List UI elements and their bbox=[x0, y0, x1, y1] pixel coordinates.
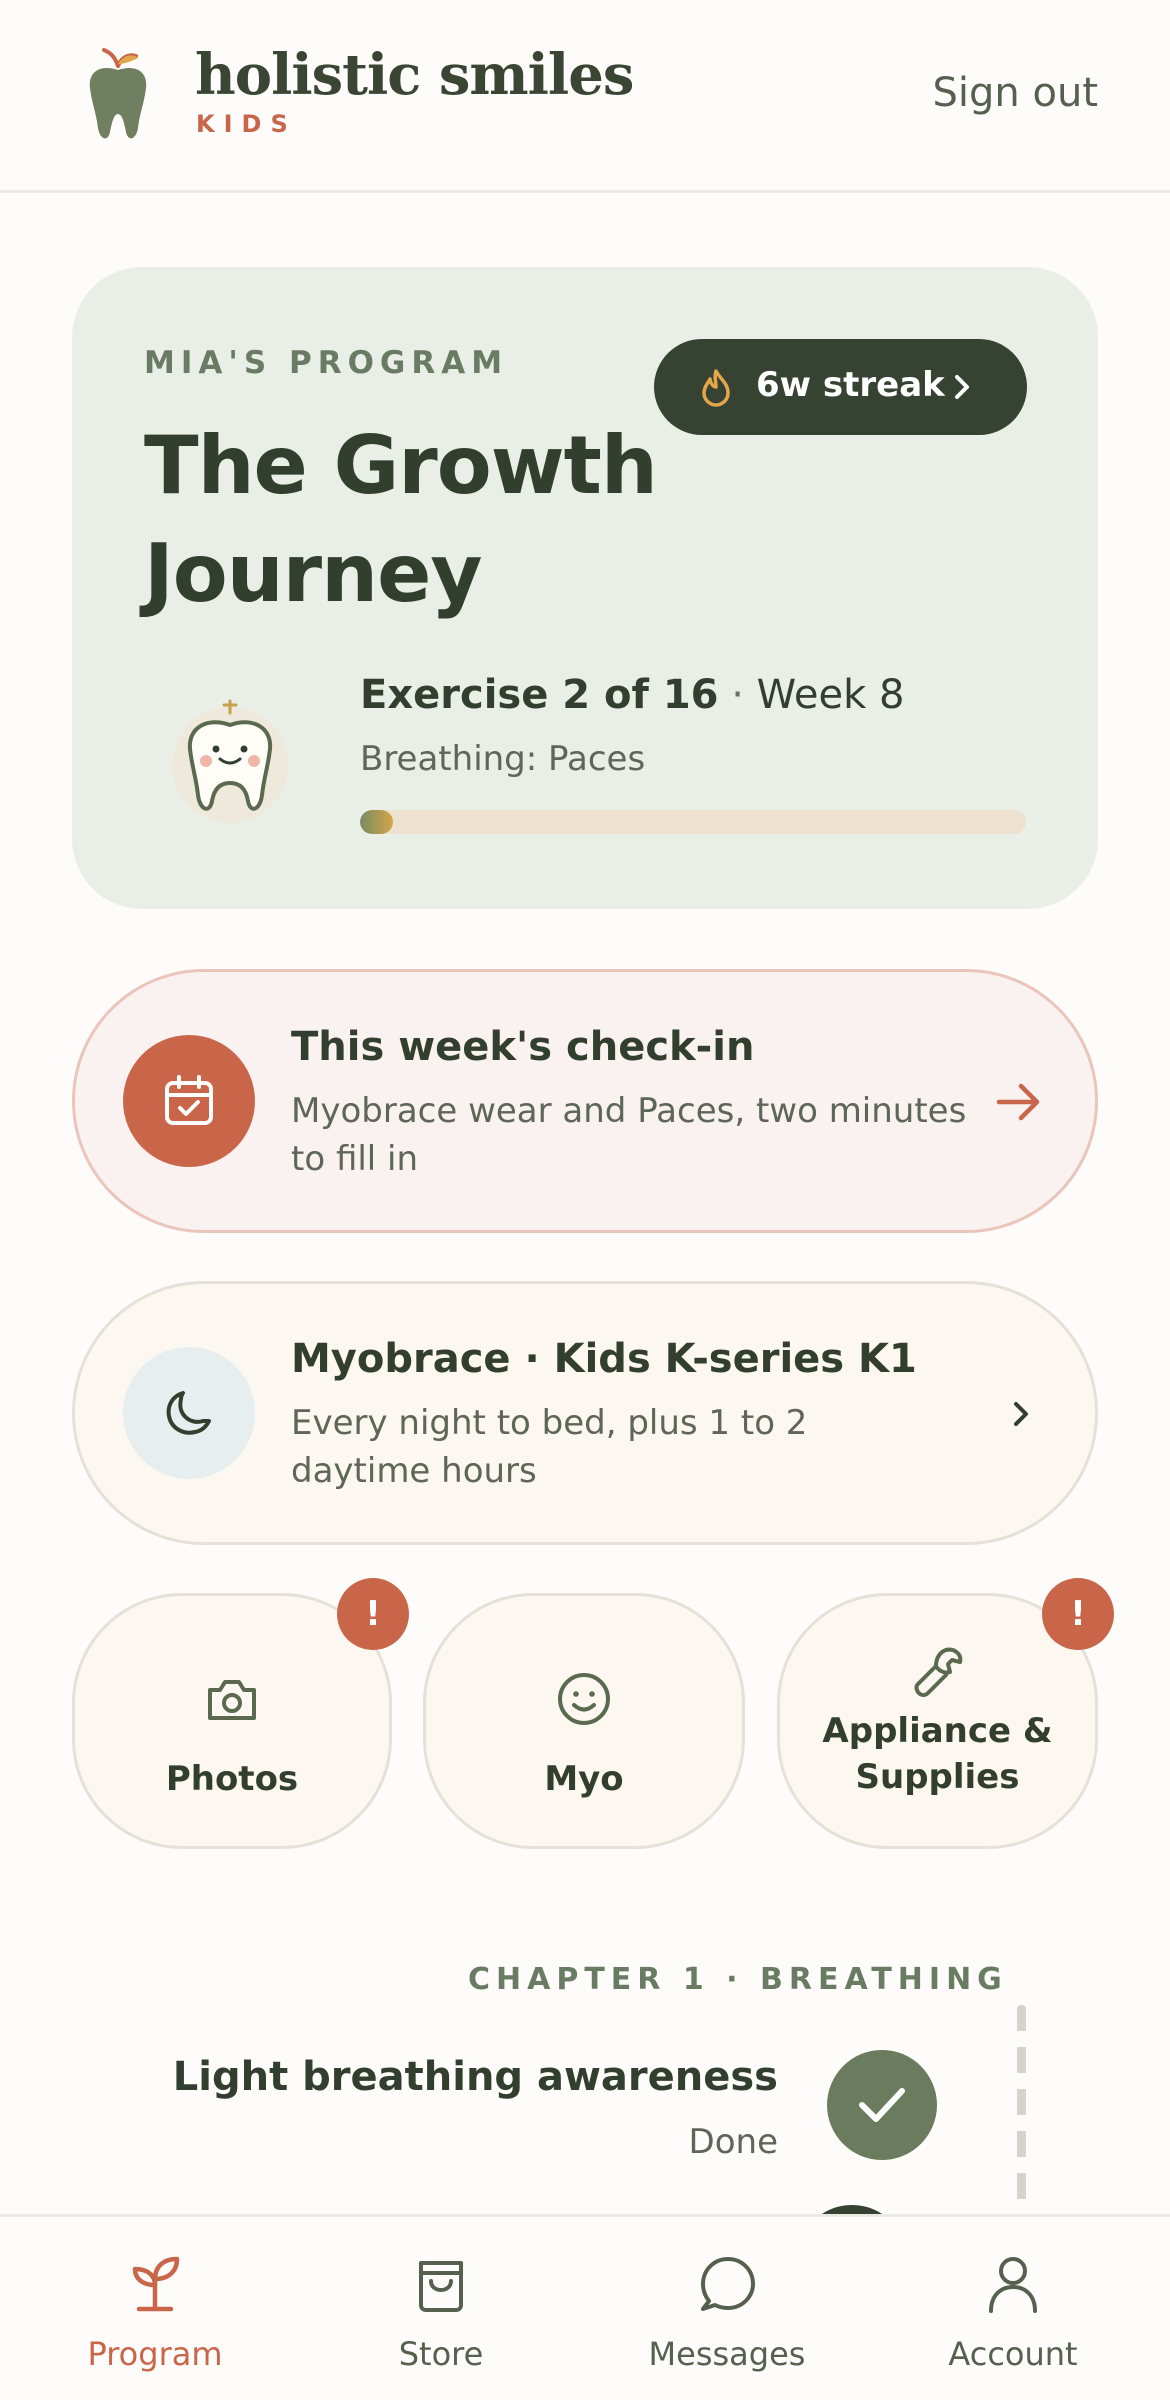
alert-badge: ! bbox=[1042, 1578, 1114, 1650]
tile-appliance-label: Appliance & Supplies bbox=[822, 1711, 1053, 1797]
checkin-icon-circle bbox=[123, 1035, 255, 1167]
nav-account[interactable]: Account bbox=[867, 2217, 1159, 2400]
checkin-title: This week's check-in bbox=[291, 1024, 755, 1070]
exercise-progress-line: Exercise 2 of 16 · Week 8 bbox=[360, 672, 904, 718]
chevron-right-icon bbox=[955, 375, 969, 399]
streak-label: 6w streak bbox=[756, 365, 945, 405]
streak-button[interactable]: 6w streak bbox=[654, 339, 1027, 435]
myobrace-appliance-card[interactable]: Myobrace · Kids K-series K1 Every night … bbox=[72, 1281, 1098, 1545]
nav-messages-label: Messages bbox=[648, 2335, 806, 2373]
exercise-count: Exercise 2 of 16 bbox=[360, 672, 719, 718]
flame-icon bbox=[702, 369, 730, 407]
nav-program-label: Program bbox=[87, 2335, 223, 2373]
sprout-icon bbox=[132, 2256, 180, 2312]
lesson-done-button[interactable] bbox=[827, 2050, 937, 2160]
chapter-heading: CHAPTER 1 · BREATHING bbox=[468, 1962, 1008, 1997]
app-header: holistic smiles KIDS Sign out bbox=[0, 0, 1170, 193]
bag-icon bbox=[419, 2261, 463, 2312]
camera-icon bbox=[208, 1680, 256, 1720]
tile-appliance-supplies[interactable]: Appliance & Supplies ! bbox=[777, 1578, 1114, 1849]
nav-account-label: Account bbox=[948, 2335, 1078, 2373]
program-title: The Growth Journey bbox=[144, 419, 658, 620]
checkin-subtitle: Myobrace wear and Paces, two minutes to … bbox=[291, 1091, 967, 1179]
appliance-icon-circle bbox=[123, 1347, 255, 1479]
progress-fill bbox=[360, 810, 394, 834]
brand-subtitle: KIDS bbox=[196, 110, 297, 138]
calendar-check-icon bbox=[165, 1075, 213, 1125]
tile-myo-label: Myo bbox=[544, 1759, 624, 1799]
week-label: Week 8 bbox=[756, 672, 905, 718]
chat-icon bbox=[701, 2257, 755, 2311]
timeline-dashed-line bbox=[1017, 2005, 1026, 2215]
brand-name: holistic smiles bbox=[195, 42, 634, 108]
separator: · bbox=[731, 672, 744, 718]
exercise-name: Breathing: Paces bbox=[360, 739, 646, 779]
arrow-right-icon bbox=[996, 1083, 1040, 1121]
alert-badge: ! bbox=[337, 1578, 409, 1650]
nav-store-label: Store bbox=[398, 2335, 484, 2373]
checkmark-icon bbox=[859, 2088, 905, 2122]
tooth-logo-icon bbox=[89, 48, 147, 139]
weekly-checkin-card[interactable]: This week's check-in Myobrace wear and P… bbox=[72, 969, 1098, 1233]
appliance-title: Myobrace · Kids K-series K1 bbox=[291, 1336, 917, 1382]
tile-photos-label: Photos bbox=[165, 1759, 299, 1799]
user-icon bbox=[989, 2257, 1037, 2313]
nav-messages[interactable]: Messages bbox=[581, 2217, 873, 2400]
bottom-navigation: Program Store Messages Account bbox=[0, 2214, 1170, 2400]
nav-program[interactable]: Program bbox=[9, 2217, 301, 2400]
wrench-icon bbox=[914, 1647, 962, 1698]
tooth-mascot-icon bbox=[172, 699, 288, 823]
moon-icon bbox=[166, 1391, 211, 1435]
smile-icon bbox=[558, 1673, 610, 1725]
appliance-subtitle: Every night to bed, plus 1 to 2 daytime … bbox=[291, 1403, 808, 1491]
program-owner-label: MIA'S PROGRAM bbox=[144, 345, 509, 381]
exercise-progress-bar bbox=[360, 810, 1026, 834]
program-card: MIA'S PROGRAM The Growth Journey 6w stre… bbox=[72, 267, 1098, 909]
tile-photos[interactable]: Photos ! bbox=[72, 1578, 409, 1849]
tile-myo[interactable]: Myo bbox=[423, 1593, 745, 1849]
lesson-title[interactable]: Light breathing awareness bbox=[173, 2054, 778, 2100]
lesson-status: Done bbox=[688, 2122, 778, 2162]
nav-store[interactable]: Store bbox=[295, 2217, 587, 2400]
sign-out-link[interactable]: Sign out bbox=[933, 70, 1098, 116]
chevron-right-icon bbox=[1014, 1402, 1028, 1426]
